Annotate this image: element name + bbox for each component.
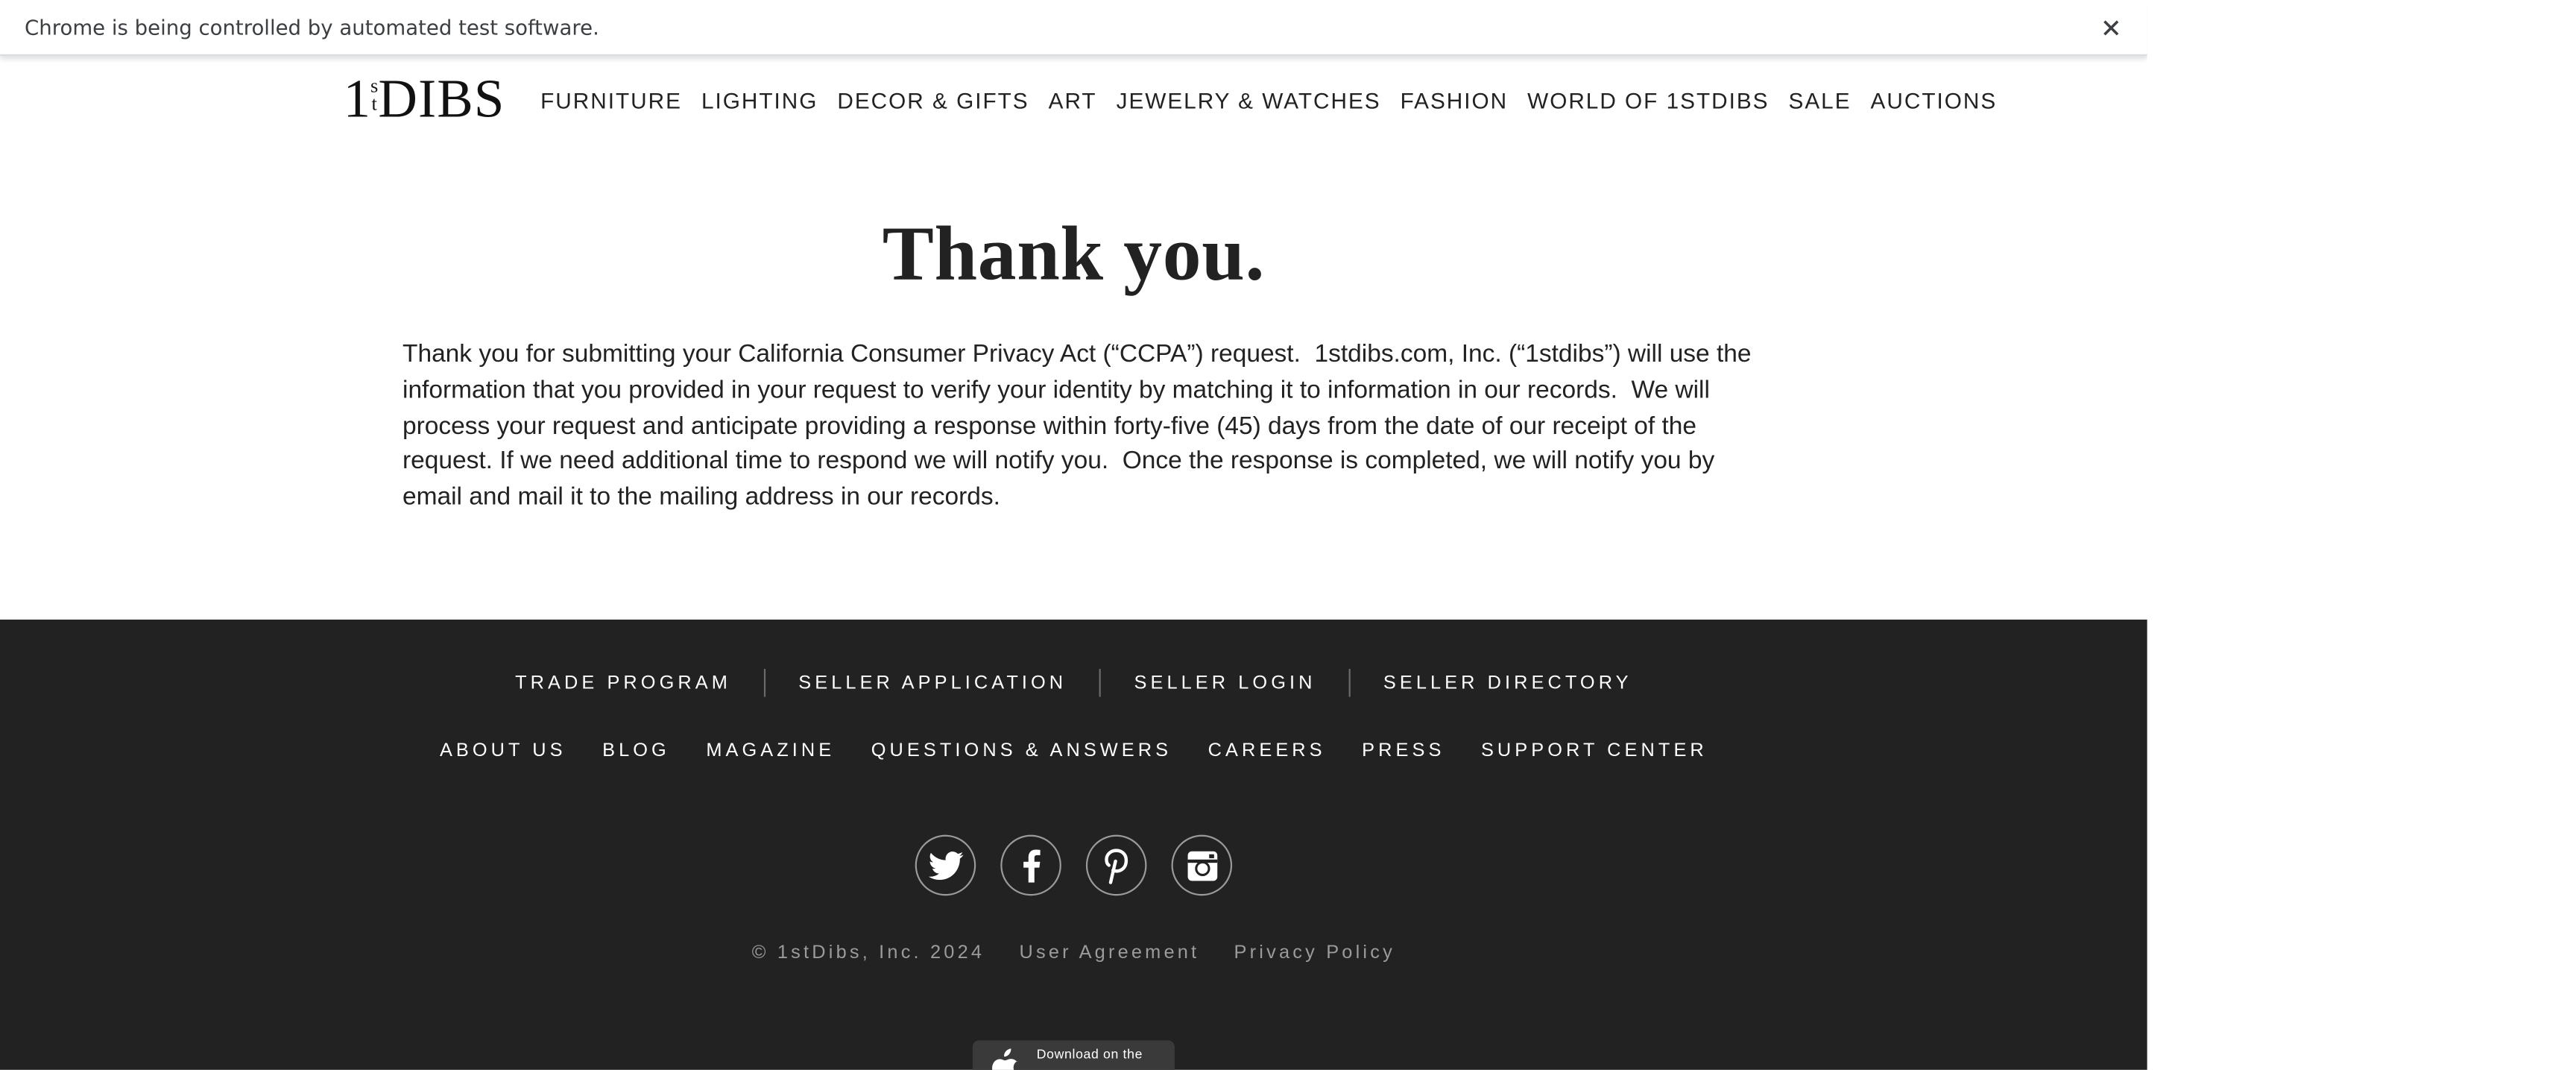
pinterest-icon-glyph [1104,848,1128,884]
nav-item-decor-gifts[interactable]: DECOR & GIFTS [837,89,1029,113]
footer-link-support-center[interactable]: SUPPORT CENTER [1463,741,1726,761]
social-links [0,834,2147,896]
logo-t: t [371,92,377,116]
nav-item-world-of-1stdibs[interactable]: WORLD OF 1STDIBS [1527,89,1769,113]
footer-link-press[interactable]: PRESS [1344,741,1463,761]
page-title: Thank you. [882,212,1266,298]
footer-link-blog[interactable]: BLOG [584,741,688,761]
twitter-icon[interactable] [915,834,976,896]
app-store-label: Download on the [1036,1047,1143,1062]
footer-link-careers[interactable]: CAREERS [1190,741,1344,761]
footer-link-seller-application[interactable]: SELLER APPLICATION [765,673,1099,693]
logo-st: s t [370,75,378,116]
close-icon-glyph [2103,20,2119,36]
nav-item-jewelry-watches[interactable]: JEWELRY & WATCHES [1117,89,1381,113]
nav-item-auctions[interactable]: AUCTIONS [1871,89,1998,113]
apple-icon [992,1048,1017,1070]
viewport: Chrome is being controlled by automated … [0,0,2576,1070]
footer-company-links: ABOUT US BLOG MAGAZINE QUESTIONS & ANSWE… [0,741,2147,761]
logo-dibs: DIBS [378,70,505,130]
nav-item-furniture[interactable]: FURNITURE [540,89,682,113]
logo-one: 1 [343,70,371,130]
nav-item-sale[interactable]: SALE [1789,89,1852,113]
legal-bar: © 1stDibs, Inc. 2024 User Agreement Priv… [0,943,2147,963]
footer-link-seller-directory[interactable]: SELLER DIRECTORY [1351,673,1665,693]
infobar-message: Chrome is being controlled by automated … [25,14,599,40]
footer-link-about-us[interactable]: ABOUT US [422,741,584,761]
privacy-policy-link[interactable]: Privacy Policy [1234,943,1395,963]
copyright: © 1stDibs, Inc. 2024 [751,943,985,963]
nav-item-art[interactable]: ART [1049,89,1097,113]
site-logo[interactable]: 1 s t DIBS [344,72,505,128]
facebook-icon[interactable] [1000,834,1061,896]
instagram-icon-glyph [1187,850,1217,881]
app-store-badge[interactable]: Download on the [972,1040,1175,1070]
close-icon[interactable] [2096,13,2126,43]
nav-item-lighting[interactable]: LIGHTING [701,89,818,113]
main-nav: FURNITURE LIGHTING DECOR & GIFTS ART JEW… [540,89,2016,113]
instagram-icon[interactable] [1171,834,1233,896]
twitter-icon-glyph [927,850,963,879]
footer-link-magazine[interactable]: MAGAZINE [688,741,853,761]
pinterest-icon[interactable] [1085,834,1147,896]
footer-link-questions-answers[interactable]: QUESTIONS & ANSWERS [853,741,1190,761]
site-header: 1 s t DIBS FURNITURE LIGHTING DECOR & GI… [0,59,2147,151]
nav-item-fashion[interactable]: FASHION [1401,89,1509,113]
footer-seller-links: TRADE PROGRAM SELLER APPLICATION SELLER … [0,669,2147,697]
footer-link-seller-login[interactable]: SELLER LOGIN [1101,673,1348,693]
site-footer: TRADE PROGRAM SELLER APPLICATION SELLER … [0,619,2147,1070]
user-agreement-link[interactable]: User Agreement [1019,943,1199,963]
facebook-icon-glyph [1023,849,1040,882]
automation-infobar: Chrome is being controlled by automated … [0,0,2147,56]
page: Chrome is being controlled by automated … [0,0,2147,1070]
confirmation-message: Thank you for submitting your California… [402,340,1758,512]
footer-link-trade-program[interactable]: TRADE PROGRAM [482,673,764,693]
